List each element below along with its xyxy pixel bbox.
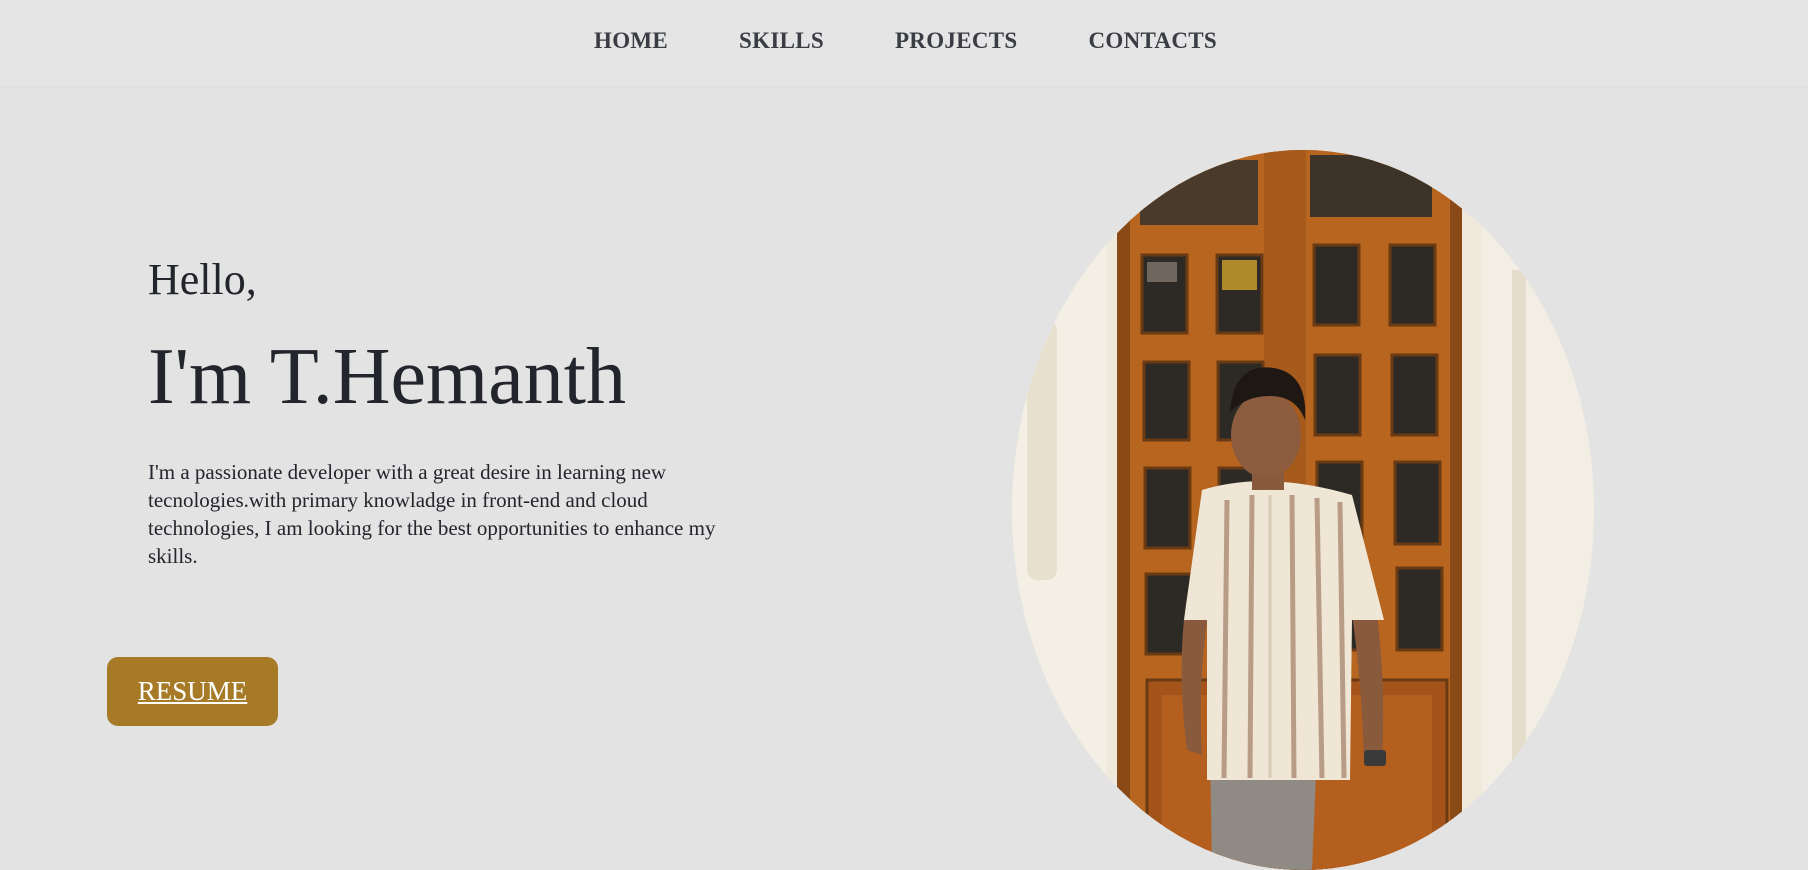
hero-greeting: Hello, (148, 255, 257, 304)
nav-item-contacts[interactable]: CONTACTS (1088, 28, 1217, 54)
resume-button[interactable]: RESUME (107, 657, 278, 726)
nav-item-projects[interactable]: PROJECTS (895, 28, 1018, 54)
profile-photo (1012, 150, 1594, 870)
nav-item-skills[interactable]: SKILLS (739, 28, 824, 54)
hero-bio: I'm a passionate developer with a great … (148, 460, 716, 568)
top-navigation: HOME SKILLS PROJECTS CONTACTS (0, 0, 1808, 87)
nav-list: HOME SKILLS PROJECTS CONTACTS (594, 28, 1217, 54)
profile-photo-illustration (1012, 150, 1594, 870)
hero-name: I'm T.Hemanth (148, 333, 627, 421)
nav-item-home[interactable]: HOME (594, 28, 668, 54)
